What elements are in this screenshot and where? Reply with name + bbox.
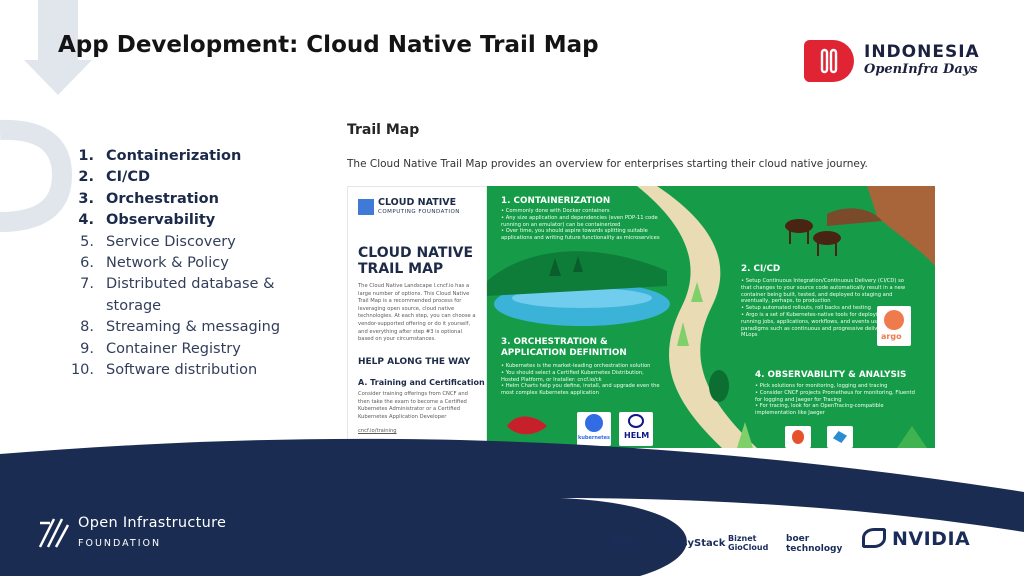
argo-label: argo: [881, 332, 902, 341]
cicd-bullet-1: • Setup Continuous Integration/Continuou…: [741, 278, 906, 305]
trail-step-item: 1. Containerization: [66, 146, 316, 167]
section-orchestration-bullets: • Kubernetes is the market-leading orche…: [501, 363, 661, 397]
trail-map-illustration: 1. CONTAINERIZATION • Commonly done with…: [487, 186, 935, 448]
trail-steps-list: 1. Containerization 2. CI/CD 3. Orchestration…: [66, 146, 316, 381]
trail-step-label: Software distribution: [106, 362, 258, 379]
observability-bullet-3: • For tracing, look for an OpenTracing-c…: [755, 403, 884, 417]
trail-step-label: Orchestration: [106, 190, 219, 207]
trail-step-item: 2. CI/CD: [66, 167, 316, 188]
trail-step-label: Distributed database & storage: [106, 276, 275, 314]
trail-step-item: 9. Container Registry: [66, 339, 316, 360]
section-orchestration-title: 3. ORCHESTRATION & APPLICATION DEFINITIO…: [501, 337, 627, 359]
section-cicd-title: 2. CI/CD: [741, 264, 781, 274]
trail-step-label: Containerization: [106, 148, 242, 164]
cncf-logo-line-2: COMPUTING FOUNDATION: [378, 209, 460, 215]
trail-step-label: Service Discovery: [106, 233, 236, 250]
cncf-logo-icon: [358, 199, 374, 215]
section-containerization-bullets: • Commonly done with Docker containers •…: [501, 208, 661, 242]
trail-step-number: 10.: [70, 362, 94, 379]
sponsor-easystack: EasyStack: [668, 538, 726, 549]
orchestration-title-line-2: APPLICATION DEFINITION: [501, 348, 627, 358]
trail-step-number: 1.: [78, 148, 94, 164]
trail-step-number: 3.: [78, 190, 94, 207]
trail-step-item: 8. Streaming & messaging: [66, 317, 316, 338]
orchestration-bullet-1: • Kubernetes is the market-leading orche…: [501, 363, 651, 369]
sponsor-nvidia: NVIDIA: [892, 528, 971, 550]
trail-step-number: 4.: [78, 212, 94, 229]
help-heading: HELP ALONG THE WAY: [358, 357, 471, 367]
trail-step-number: 8.: [80, 319, 94, 336]
panel-description: The Cloud Native Landscape l.cncf.io has…: [358, 283, 476, 343]
section-observability-title: 4. OBSERVABILITY & ANALYSIS: [755, 370, 907, 380]
observability-bullet-2: • Consider CNCF projects Prometheus for …: [755, 389, 915, 403]
trail-step-label: Container Registry: [106, 340, 241, 357]
argo-logo-icon: [884, 310, 904, 330]
trail-step-label: Network & Policy: [106, 255, 229, 272]
trail-map-intro: The Cloud Native Trail Map provides an o…: [347, 158, 868, 170]
kubernetes-logo-icon: [585, 414, 603, 432]
sponsor-biznet: Biznet GioCloud: [728, 534, 769, 552]
cncf-logo: CLOUD NATIVE COMPUTING FOUNDATION: [358, 197, 486, 221]
section-observability-bullets: • Pick solutions for monitoring, logging…: [755, 383, 920, 417]
trail-map-screenshot: Trail Map The Cloud Native Trail Map pro…: [340, 110, 945, 455]
trail-step-number: 2.: [78, 169, 94, 186]
trail-step-item: 3. Orchestration: [66, 189, 316, 210]
trail-step-item: 4. Observability: [66, 210, 316, 231]
trail-step-number: 5.: [80, 233, 94, 250]
slide-title: App Development: Cloud Native Trail Map: [58, 32, 599, 58]
trail-step-item: 10. Software distribution: [66, 360, 316, 381]
nvidia-eye-icon: [862, 528, 886, 548]
oif-name-line-1: Open Infrastructure: [78, 515, 227, 531]
brand-line-1: INDONESIA: [864, 42, 980, 62]
oif-logo-icon: [38, 518, 70, 548]
orchestration-bullet-2: • You should select a Certified Kubernet…: [501, 369, 644, 383]
sponsor-boer: boer technology: [786, 534, 843, 554]
orchestration-title-line-1: 3. ORCHESTRATION &: [501, 337, 608, 347]
panel-title: CLOUD NATIVE TRAIL MAP: [358, 245, 473, 277]
footer-band: [0, 438, 1024, 576]
containerization-bullet-3: • Over time, you should aspire towards s…: [501, 228, 660, 242]
argo-badge: argo: [877, 306, 911, 346]
trail-map-side-panel: CLOUD NATIVE COMPUTING FOUNDATION CLOUD …: [347, 186, 487, 446]
panel-title-line-2: TRAIL MAP: [358, 261, 444, 277]
trail-step-label: Streaming & messaging: [106, 319, 281, 336]
oif-name-line-2: FOUNDATION: [78, 538, 162, 549]
trail-step-number: 7.: [80, 276, 94, 293]
openinfra-days-logo: INDONESIA OpenInfra Days: [804, 40, 1004, 84]
section-containerization-title: 1. CONTAINERIZATION: [501, 196, 611, 206]
containerization-bullet-1: • Commonly done with Docker containers: [501, 208, 610, 214]
brand-line-2: OpenInfra Days: [864, 62, 978, 77]
observability-bullet-1: • Pick solutions for monitoring, logging…: [755, 383, 888, 389]
trail-step-item: 5. Service Discovery: [66, 232, 316, 253]
help-training-heading: A. Training and Certification: [358, 378, 485, 387]
helm-logo-icon: [628, 414, 644, 428]
openinfra-logo-icon: [804, 40, 854, 82]
trail-step-number: 9.: [80, 340, 94, 357]
panel-title-line-1: CLOUD NATIVE: [358, 245, 474, 261]
orchestration-bullet-3: • Helm Charts help you define, install, …: [501, 383, 660, 397]
trail-map-heading: Trail Map: [347, 122, 420, 138]
trail-step-item: 6. Network & Policy: [66, 253, 316, 274]
trail-step-label: CI/CD: [106, 169, 151, 186]
help-training-text: Consider training offerings from CNCF an…: [358, 391, 468, 420]
containerization-bullet-2: • Any size application and dependencies …: [501, 214, 658, 228]
trail-step-item: 7. Distributed database & storage: [66, 274, 316, 317]
trail-step-label: Observability: [106, 212, 216, 229]
sponsor-bri: BRI: [610, 534, 639, 552]
cncf-logo-line-1: CLOUD NATIVE: [378, 197, 457, 208]
trail-step-number: 6.: [80, 255, 94, 272]
